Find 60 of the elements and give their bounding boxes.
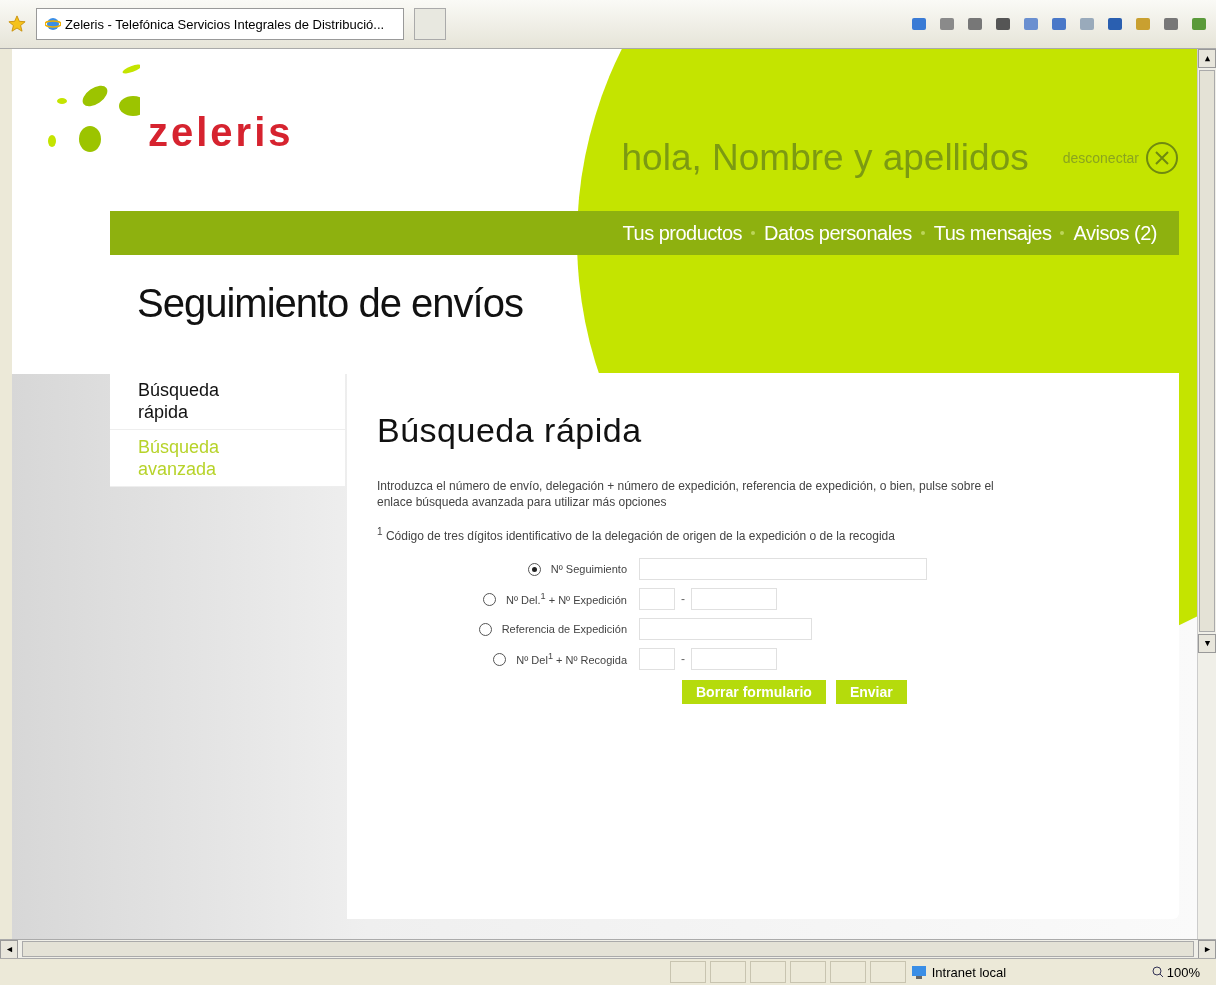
dash-separator: - [681,652,685,666]
logout-link[interactable]: desconectar [1062,141,1179,175]
star-icon[interactable] [8,15,26,33]
toolbar-icon[interactable] [1190,15,1208,33]
status-panel [669,961,706,983]
network-icon [909,964,928,980]
toolbar-icon[interactable] [994,15,1012,33]
separator-dot-icon [751,231,756,235]
nav-link[interactable]: Avisos (2) [1073,221,1157,245]
status-panel [789,961,826,983]
input-field[interactable] [639,648,675,670]
dash-separator: - [681,592,685,606]
toolbar-icon[interactable] [966,15,984,33]
globe-icon [45,16,61,32]
close-icon [1145,141,1179,175]
arrow-icon[interactable] [1203,640,1211,647]
zone-text: Intranet local [909,964,1090,980]
browser-tab[interactable]: Zeleris - Telefónica Servicios Integrales de Distribució... [36,8,404,40]
zoom-control[interactable]: 100% [1143,964,1208,980]
input-field[interactable] [639,588,675,610]
input-field[interactable] [639,618,812,640]
logo-text: zeleris [148,110,294,155]
footnote-text: $^{1}$ Código de tres dígitos identificativo de la delegación de origen de la expedición o de la recogida [377,525,896,544]
toolbar-icon[interactable] [1162,15,1180,33]
form-button[interactable]: Enviar [835,680,907,704]
vertical-scrollbar[interactable] [1197,49,1216,939]
arrow-icon[interactable] [5,945,13,953]
toolbar-icon[interactable] [910,15,928,33]
arrow-icon[interactable] [1203,55,1211,62]
status-panel [749,961,786,983]
toolbar-icon[interactable] [1050,15,1068,33]
panel-heading: Búsqueda rápida [377,411,643,450]
intro-text: Introduzca el número de envío, delegación + número de expedición, referencia de expedición, o bien, pulse sobre el enlace búsqueda avanzada para utilizar más opciones [377,478,995,510]
toolbar-icon[interactable] [1022,15,1040,33]
input-field[interactable] [639,558,927,580]
nav-link[interactable]: Tus productos [622,221,743,245]
nav-link[interactable]: Tus mensajes [933,221,1052,245]
field-label: Nº Del$^{1}$ + Nº Recogida [516,651,627,667]
field-label: Nº Seguimiento [550,563,627,575]
toolbar-icon[interactable] [1106,15,1124,33]
form-button[interactable]: Borrar formulario [682,680,826,704]
sidebar-item[interactable]: Búsqueda avanzada [110,430,345,487]
greeting-text: hola, Nombre y apellidos [621,137,1029,179]
arrow-icon[interactable] [1203,945,1211,953]
zoom-icon [1151,966,1164,978]
sidebar-item[interactable]: Búsqueda rápida [110,373,345,430]
field-label: Referencia de Expedición [501,623,627,635]
status-panel [869,961,906,983]
separator-dot-icon [920,231,925,235]
toolbar-icon[interactable] [938,15,956,33]
field-label: Nº Del.$^{1}$ + Nº Expedición [505,591,627,607]
separator-dot-icon [1060,231,1065,235]
horizontal-scrollbar[interactable] [0,939,1216,958]
status-panel [709,961,746,983]
page-title: Seguimiento de envíos [137,281,524,327]
status-panel [829,961,866,983]
input-field[interactable] [691,648,777,670]
input-field[interactable] [691,588,777,610]
new-tab-button[interactable] [414,8,446,40]
nav-link[interactable]: Datos personales [764,221,912,245]
